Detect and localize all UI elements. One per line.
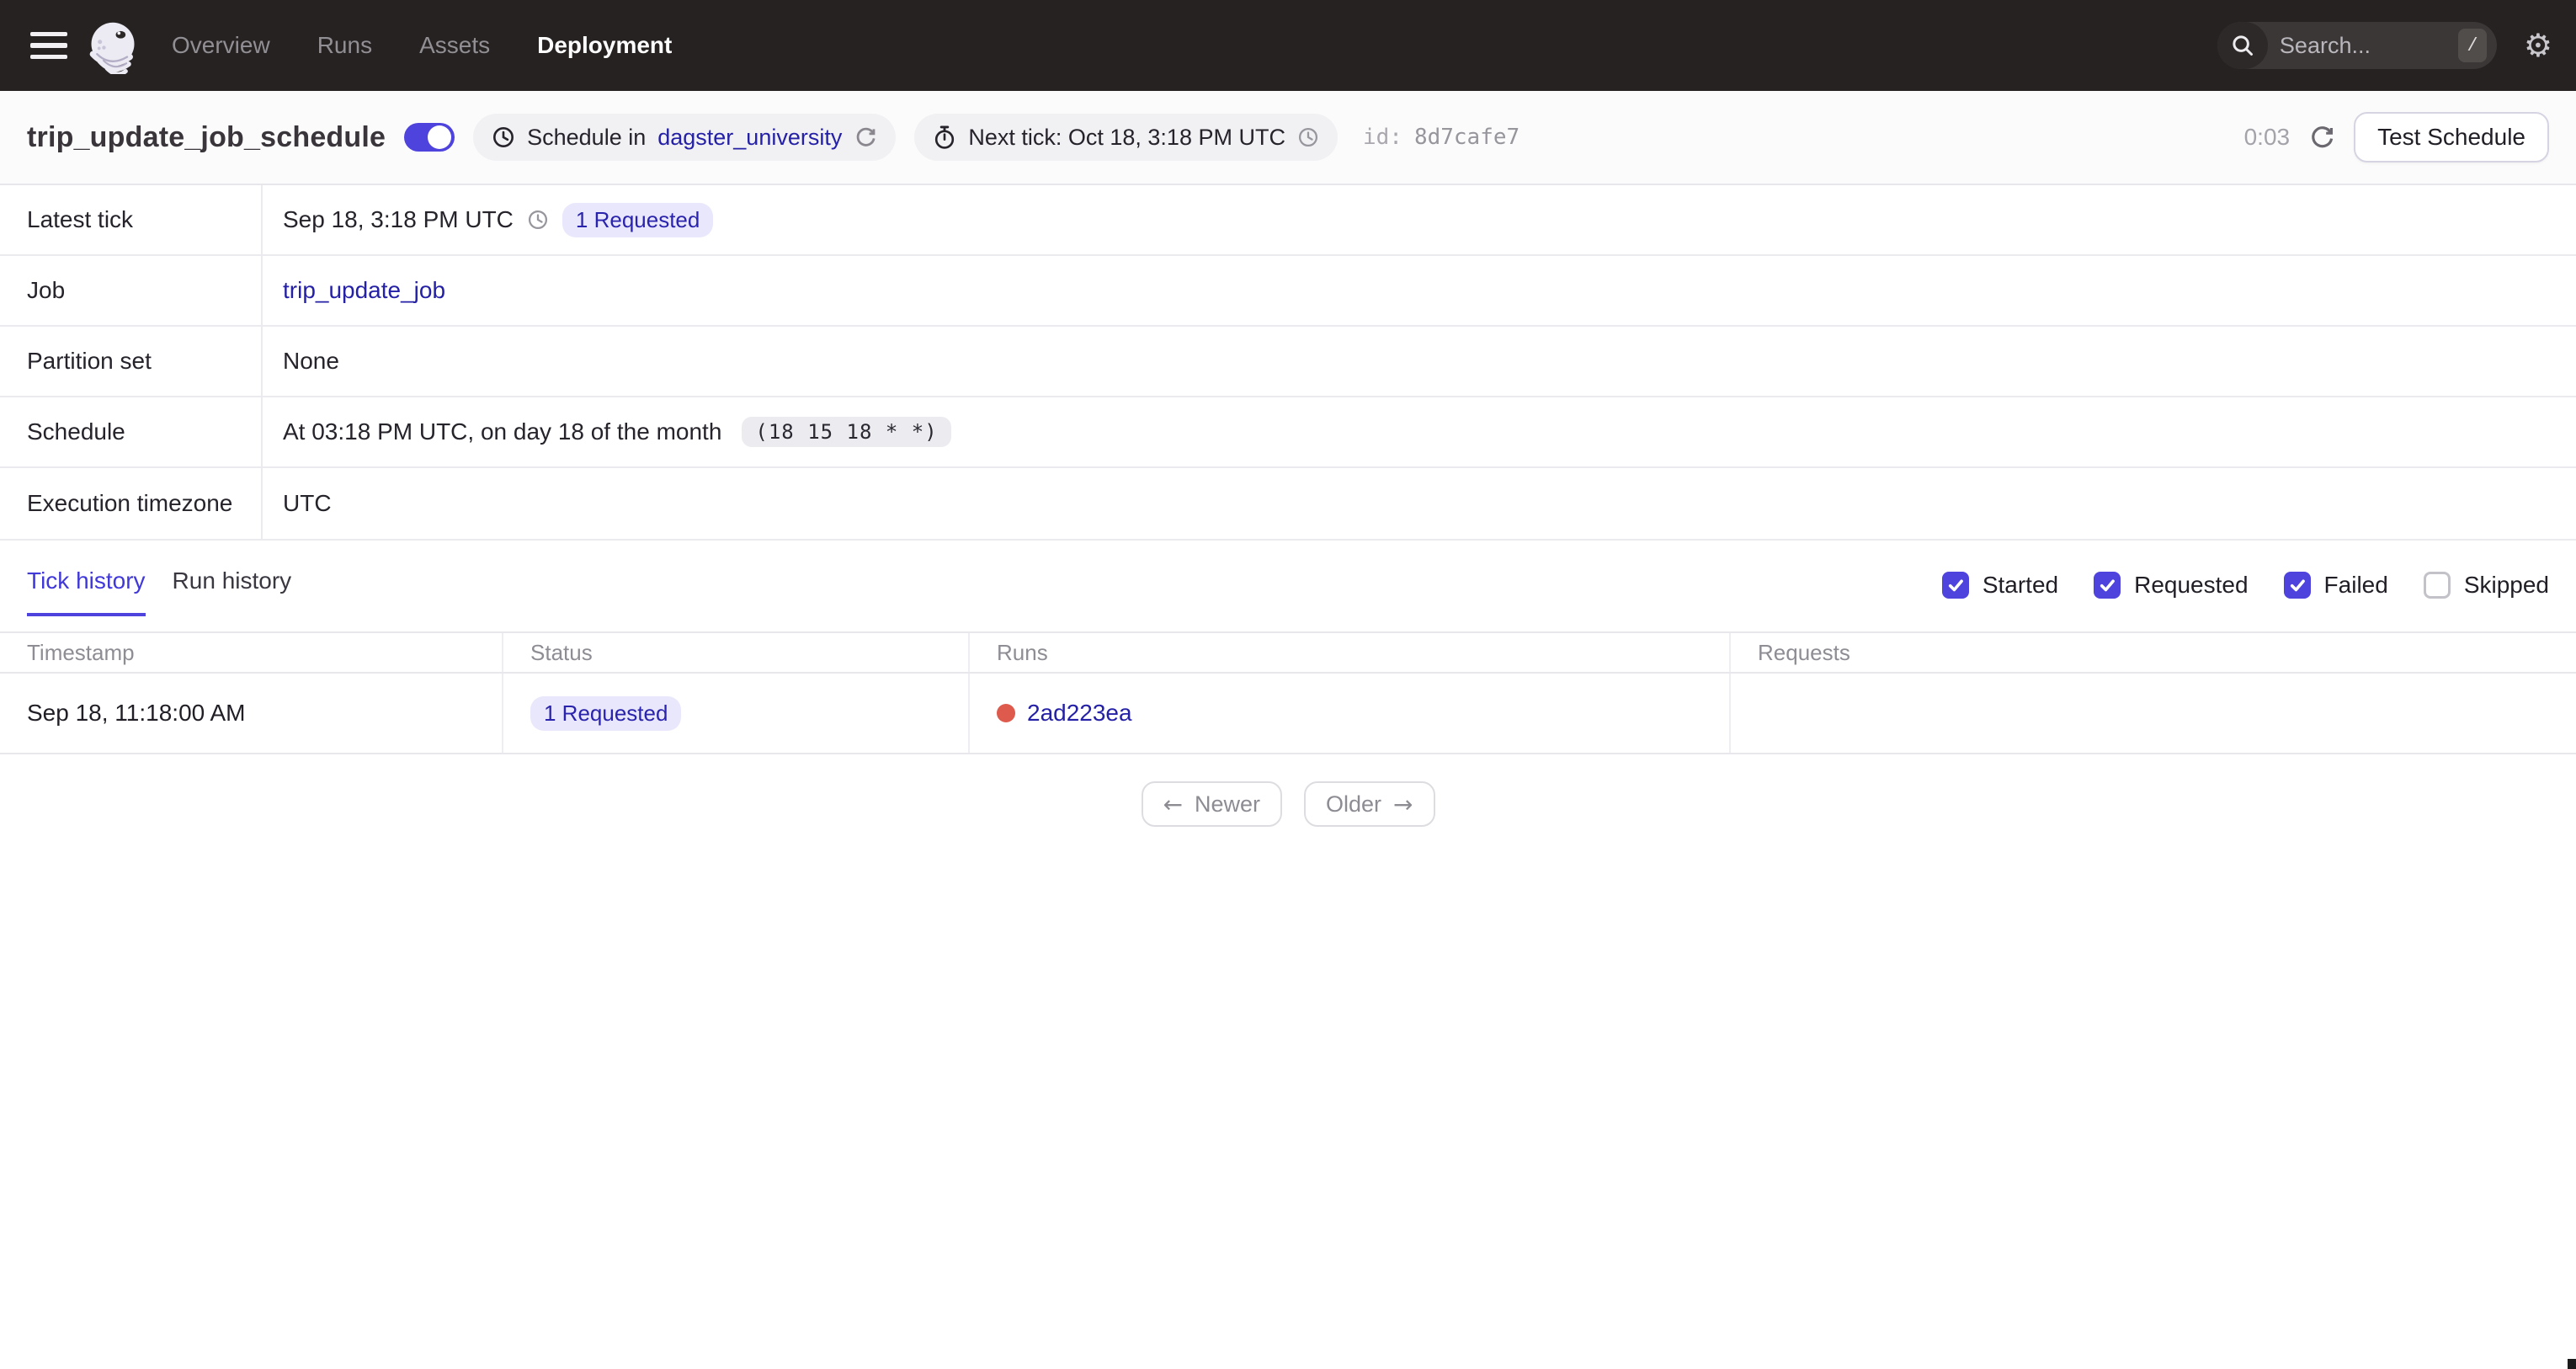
tick-status-badge: 1 Requested — [530, 695, 682, 731]
timezone-value: UTC — [283, 490, 332, 516]
detail-row-latest-tick: Latest tick Sep 18, 3:18 PM UTC 1 Reques… — [0, 185, 2576, 256]
checkbox-failed[interactable] — [2283, 572, 2311, 599]
cron-expression-badge: (18 15 18 * *) — [742, 417, 951, 447]
filter-requested[interactable]: Requested — [2094, 572, 2249, 599]
status-filters: Started Requested Failed Skipped — [1941, 572, 2549, 612]
job-link[interactable]: trip_update_job — [283, 277, 445, 304]
refresh-icon[interactable] — [2308, 124, 2335, 151]
checkbox-started[interactable] — [1941, 572, 1969, 599]
stopwatch-icon — [935, 125, 955, 149]
id-value: 8d7cafe7 — [1413, 125, 1520, 150]
newer-button[interactable]: ← Newer — [1141, 781, 1282, 827]
timezone-clock-icon[interactable] — [1297, 126, 1319, 148]
gear-icon[interactable]: ⚙ — [2524, 29, 2552, 61]
filter-label: Requested — [2134, 572, 2249, 598]
schedule-enabled-toggle[interactable] — [404, 123, 455, 152]
latest-tick-time: Sep 18, 3:18 PM UTC — [283, 206, 514, 232]
schedule-location-prefix: Schedule in — [527, 124, 647, 150]
cell-timestamp: Sep 18, 11:18:00 AM — [0, 674, 503, 753]
reload-location-icon[interactable] — [854, 125, 877, 149]
detail-row-partition-set: Partition set None — [0, 327, 2576, 397]
filter-label: Skipped — [2463, 572, 2549, 598]
detail-label: Latest tick — [0, 185, 263, 254]
test-schedule-button[interactable]: Test Schedule — [2354, 112, 2549, 162]
detail-row-timezone: Execution timezone UTC — [0, 468, 2576, 539]
corner-artifact — [2568, 1359, 2576, 1369]
hamburger-menu-icon[interactable] — [30, 32, 67, 59]
top-nav: Overview Runs Assets Deployment Search..… — [0, 0, 2576, 91]
search-icon — [2217, 22, 2268, 69]
title-bar: trip_update_job_schedule Schedule in dag… — [0, 91, 2576, 185]
nav-item-assets[interactable]: Assets — [419, 32, 490, 59]
detail-label: Execution timezone — [0, 468, 263, 539]
arrow-right-icon: → — [1393, 790, 1413, 818]
tab-tick-history[interactable]: Tick history — [27, 567, 146, 616]
run-id-link[interactable]: 2ad223ea — [1027, 700, 1132, 727]
column-header-timestamp: Timestamp — [0, 633, 503, 672]
filter-label: Failed — [2323, 572, 2388, 598]
tab-run-history[interactable]: Run history — [173, 567, 292, 616]
page-title: trip_update_job_schedule — [27, 120, 386, 153]
search-shortcut-key: / — [2457, 29, 2487, 62]
run-failed-dot-icon — [997, 704, 1015, 722]
search-input[interactable]: Search... / — [2217, 22, 2497, 69]
filter-started[interactable]: Started — [1941, 572, 2059, 599]
history-tabs: Tick history Run history — [27, 567, 291, 616]
next-tick-text: Next tick: Oct 18, 3:18 PM UTC — [968, 124, 1285, 150]
schedule-details: Latest tick Sep 18, 3:18 PM UTC 1 Reques… — [0, 185, 2576, 541]
latest-tick-status-badge: 1 Requested — [562, 202, 714, 237]
cell-runs: 2ad223ea — [970, 674, 1731, 753]
filter-failed[interactable]: Failed — [2283, 572, 2388, 599]
cell-status: 1 Requested — [503, 674, 970, 753]
tick-history-table: Timestamp Status Runs Requests Sep 18, 1… — [0, 631, 2576, 754]
pagination: ← Newer Older → — [0, 781, 2576, 827]
detail-label: Partition set — [0, 327, 263, 396]
detail-row-schedule: Schedule At 03:18 PM UTC, on day 18 of t… — [0, 397, 2576, 468]
nav-item-runs[interactable]: Runs — [317, 32, 372, 59]
arrow-left-icon: ← — [1163, 790, 1183, 818]
filter-skipped[interactable]: Skipped — [2423, 572, 2549, 599]
timezone-clock-icon[interactable] — [527, 209, 549, 231]
code-location-link[interactable]: dagster_university — [657, 125, 842, 151]
table-row: Sep 18, 11:18:00 AM 1 Requested 2ad223ea — [0, 674, 2576, 754]
table-header: Timestamp Status Runs Requests — [0, 633, 2576, 674]
column-header-requests: Requests — [1758, 639, 1850, 665]
dagster-logo-icon[interactable] — [84, 17, 141, 74]
column-header-runs: Runs — [970, 633, 1731, 672]
id-label: id: — [1362, 125, 1402, 150]
partition-set-value: None — [283, 348, 339, 374]
cell-requests — [1731, 674, 2576, 753]
column-header-status: Status — [503, 633, 970, 672]
detail-row-job: Job trip_update_job — [0, 256, 2576, 327]
clock-icon — [493, 127, 514, 147]
detail-label: Job — [0, 256, 263, 325]
search-placeholder: Search... — [2279, 32, 2371, 58]
primary-nav: Overview Runs Assets Deployment — [172, 32, 672, 59]
schedule-description: At 03:18 PM UTC, on day 18 of the month — [283, 418, 722, 445]
checkbox-skipped[interactable] — [2423, 572, 2451, 599]
schedule-location-pill: Schedule in dagster_university — [473, 114, 897, 161]
refresh-countdown: 0:03 — [2243, 124, 2291, 150]
schedule-id: id: 8d7cafe7 — [1363, 125, 1520, 150]
filter-label: Started — [1982, 572, 2059, 598]
next-tick-pill: Next tick: Oct 18, 3:18 PM UTC — [914, 114, 1338, 161]
history-tabs-row: Tick history Run history Started Request… — [0, 567, 2576, 616]
checkbox-requested[interactable] — [2094, 572, 2121, 599]
nav-item-overview[interactable]: Overview — [172, 32, 270, 59]
older-button[interactable]: Older → — [1304, 781, 1435, 827]
nav-item-deployment[interactable]: Deployment — [537, 32, 672, 59]
detail-label: Schedule — [0, 397, 263, 466]
